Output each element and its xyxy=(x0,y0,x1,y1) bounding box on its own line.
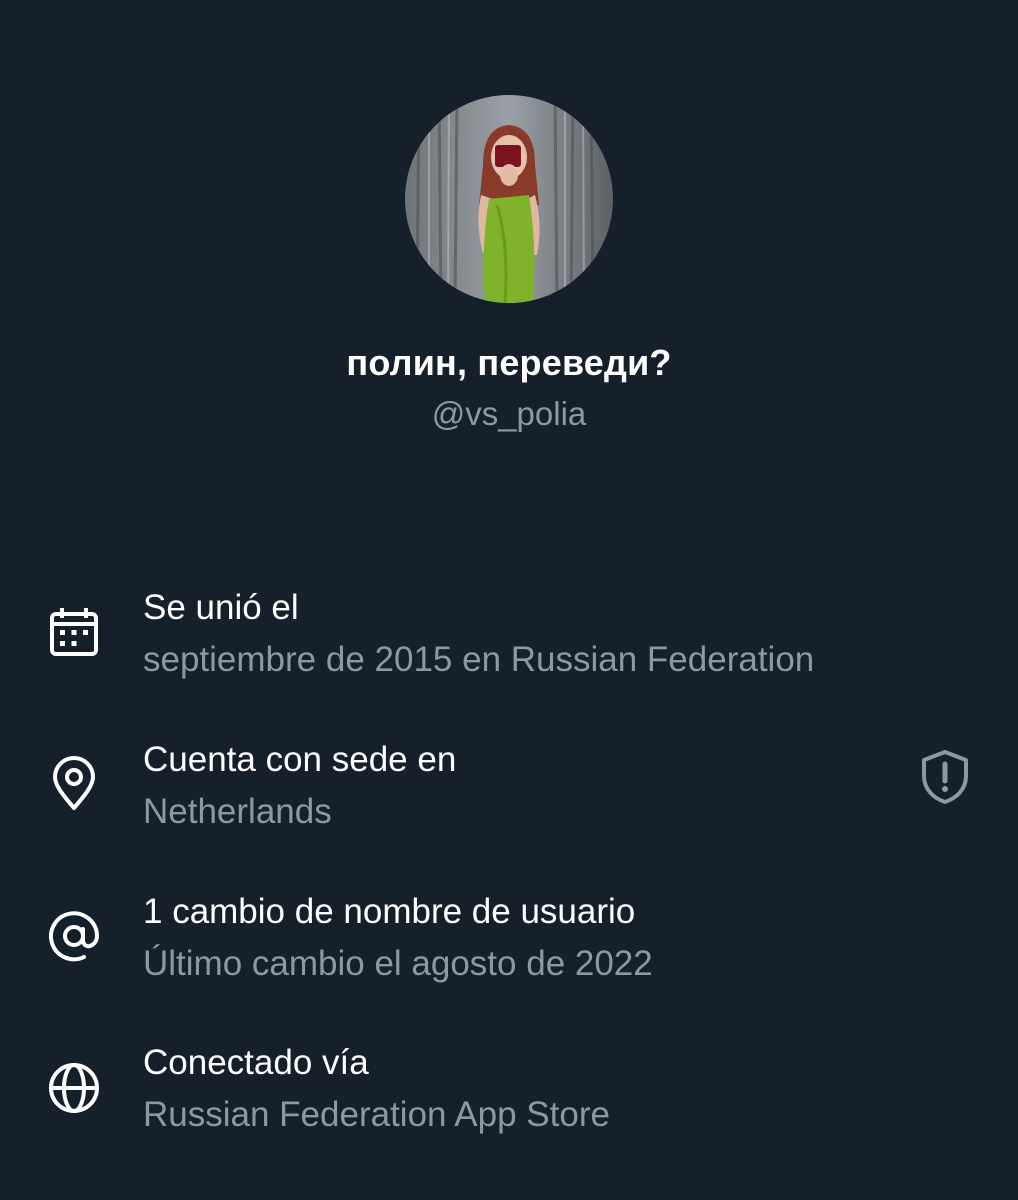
info-row-joined: Se unió el septiembre de 2015 en Russian… xyxy=(0,588,1018,718)
at-sign-icon xyxy=(46,908,102,964)
connected-via-label: Conectado vía xyxy=(143,1043,369,1082)
profile-avatar[interactable] xyxy=(405,95,613,303)
joined-value: septiembre de 2015 en Russian Federation xyxy=(143,640,815,679)
calendar-icon xyxy=(46,604,102,660)
username-changes-value: Último cambio el agosto de 2022 xyxy=(143,944,653,983)
joined-label: Se unió el xyxy=(143,588,299,627)
info-row-connected-via: Conectado vía Russian Federation App Sto… xyxy=(0,1043,1018,1173)
info-row-location: Cuenta con sede en Netherlands xyxy=(0,740,1018,870)
shield-alert-icon[interactable] xyxy=(916,748,974,806)
location-pin-icon xyxy=(46,756,102,812)
globe-icon xyxy=(46,1060,102,1116)
username-handle: @vs_polia xyxy=(431,395,587,432)
based-in-label: Cuenta con sede en xyxy=(143,740,457,779)
username-changes-label: 1 cambio de nombre de usuario xyxy=(143,892,636,931)
based-in-value: Netherlands xyxy=(143,792,332,831)
connected-via-value: Russian Federation App Store xyxy=(143,1095,610,1134)
display-name: полин, переведи? xyxy=(346,342,672,383)
info-row-username-changes: 1 cambio de nombre de usuario Último cam… xyxy=(0,892,1018,1022)
